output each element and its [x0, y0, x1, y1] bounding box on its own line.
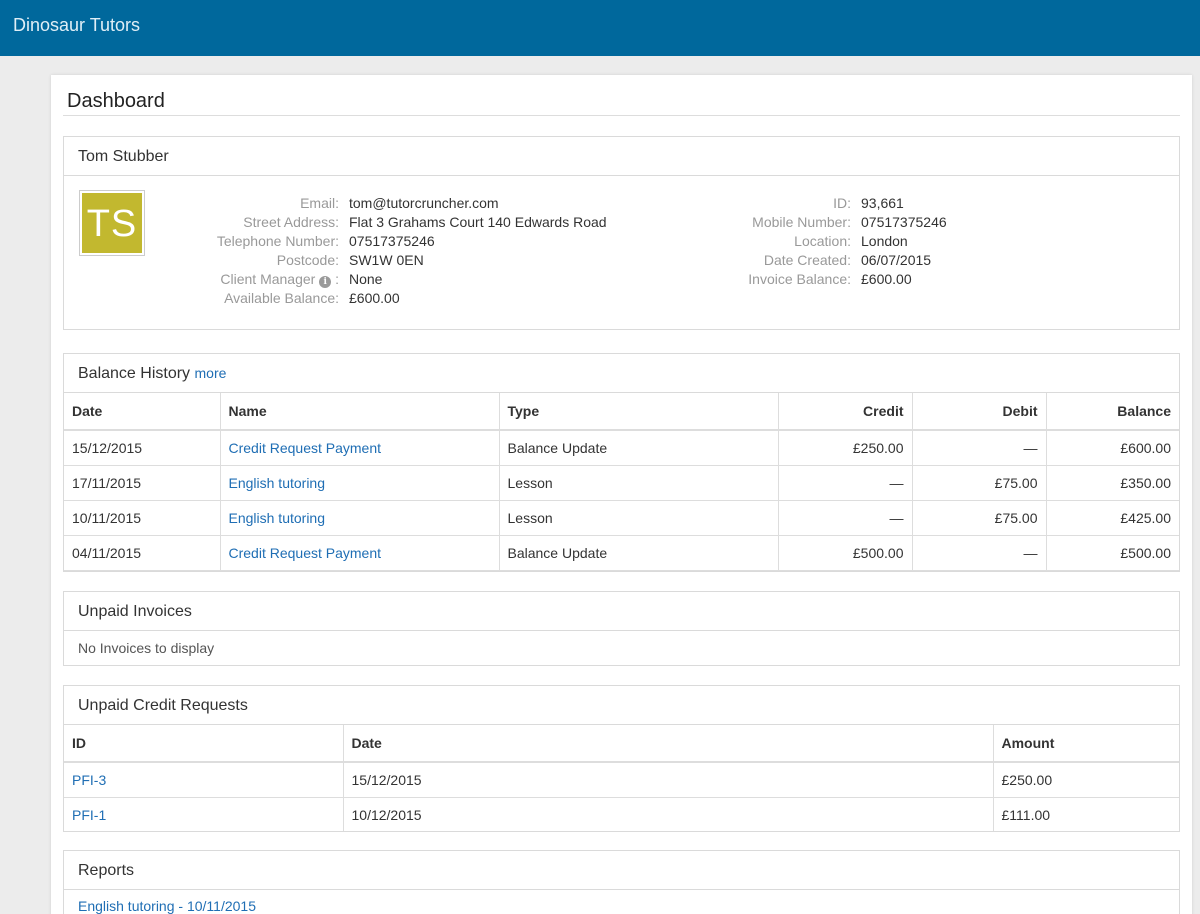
- cell-debit: —: [912, 430, 1047, 466]
- detail-row-location: Location: London: [64, 232, 908, 251]
- reports-panel: Reports English tutoring - 10/11/2015: [63, 850, 1180, 914]
- cell-balance: £600.00: [1046, 430, 1179, 466]
- cell-credit: £250.00: [778, 430, 913, 466]
- report-link[interactable]: English tutoring - 10/11/2015: [78, 898, 256, 914]
- cell-amount: £250.00: [993, 762, 1179, 798]
- table-row: 17/11/2015 English tutoring Lesson — £75…: [64, 465, 1179, 501]
- row-name-link[interactable]: English tutoring: [229, 510, 326, 526]
- credit-request-link[interactable]: PFI-1: [72, 807, 106, 823]
- col-date[interactable]: Date: [343, 725, 994, 763]
- unpaid-credit-requests-panel: Unpaid Credit Requests ID Date Amount PF…: [63, 685, 1180, 832]
- col-type[interactable]: Type: [499, 393, 779, 431]
- cell-debit: £75.00: [912, 500, 1047, 536]
- cell-id: PFI-1: [64, 797, 344, 831]
- detail-row-invoice-balance: Invoice Balance: £600.00: [64, 270, 911, 289]
- detail-value: 06/07/2015: [861, 252, 932, 268]
- table-row: PFI-3 15/12/2015 £250.00: [64, 762, 1179, 798]
- table-header-row: Date Name Type Credit Debit Balance: [64, 393, 1179, 431]
- detail-row-date-created: Date Created: 06/07/2015: [64, 251, 931, 270]
- cell-credit: £500.00: [778, 535, 913, 571]
- detail-label: Invoice Balance:: [748, 271, 851, 287]
- detail-label: ID:: [833, 195, 851, 211]
- reports-title: Reports: [64, 851, 1179, 890]
- unpaid-credit-requests-title: Unpaid Credit Requests: [64, 686, 1179, 725]
- detail-label: Date Created:: [763, 252, 851, 268]
- detail-row-available-balance: Available Balance: £600.00: [64, 289, 400, 308]
- dashboard-card: Dashboard Tom Stubber TS Email: tom@tuto…: [51, 75, 1192, 914]
- cell-date: 10/11/2015: [64, 500, 221, 536]
- row-name-link[interactable]: English tutoring: [229, 475, 326, 491]
- col-credit[interactable]: Credit: [778, 393, 913, 431]
- table-row: 04/11/2015 Credit Request Payment Balanc…: [64, 535, 1179, 571]
- unpaid-invoices-title: Unpaid Invoices: [64, 592, 1179, 631]
- detail-label: Location:: [794, 233, 851, 249]
- detail-label: Available Balance:: [224, 290, 339, 306]
- brand-link[interactable]: Dinosaur Tutors: [13, 15, 140, 36]
- cell-type: Lesson: [499, 500, 779, 536]
- detail-value: London: [861, 233, 908, 249]
- credit-requests-table: ID Date Amount PFI-3 15/12/2015 £250.00 …: [64, 725, 1179, 831]
- balance-history-table: Date Name Type Credit Debit Balance 15/1…: [64, 393, 1179, 571]
- cell-date: 04/11/2015: [64, 535, 221, 571]
- balance-history-title: Balance History: [78, 365, 191, 382]
- unpaid-invoices-panel: Unpaid Invoices No Invoices to display: [63, 591, 1180, 666]
- cell-date: 10/12/2015: [343, 797, 994, 831]
- cell-type: Lesson: [499, 465, 779, 501]
- cell-name: English tutoring: [220, 500, 500, 536]
- row-name-link[interactable]: Credit Request Payment: [229, 440, 382, 456]
- col-date[interactable]: Date: [64, 393, 221, 431]
- detail-value: £600.00: [861, 271, 912, 287]
- detail-value: 93,661: [861, 195, 904, 211]
- title-divider: [63, 115, 1180, 116]
- report-item: English tutoring - 10/11/2015: [64, 890, 1179, 914]
- cell-name: Credit Request Payment: [220, 430, 500, 466]
- cell-type: Balance Update: [499, 430, 779, 466]
- cell-type: Balance Update: [499, 535, 779, 571]
- cell-name: English tutoring: [220, 465, 500, 501]
- cell-name: Credit Request Payment: [220, 535, 500, 571]
- client-name: Tom Stubber: [64, 137, 1179, 176]
- credit-request-link[interactable]: PFI-3: [72, 772, 106, 788]
- no-invoices-message: No Invoices to display: [78, 640, 215, 656]
- cell-credit: —: [778, 500, 913, 536]
- detail-row-mobile: Mobile Number: 07517375246: [64, 213, 946, 232]
- detail-row-id: ID: 93,661: [64, 194, 904, 213]
- cell-date: 15/12/2015: [64, 430, 221, 466]
- client-details-right: ID: 93,661 Mobile Number: 07517375246 Lo…: [64, 194, 946, 289]
- cell-credit: —: [778, 465, 913, 501]
- top-navbar: Dinosaur Tutors: [0, 0, 1200, 56]
- row-name-link[interactable]: Credit Request Payment: [229, 545, 382, 561]
- cell-amount: £111.00: [993, 797, 1179, 831]
- table-row: 15/12/2015 Credit Request Payment Balanc…: [64, 430, 1179, 466]
- cell-balance: £500.00: [1046, 535, 1179, 571]
- cell-debit: £75.00: [912, 465, 1047, 501]
- cell-id: PFI-3: [64, 762, 344, 798]
- cell-date: 15/12/2015: [343, 762, 994, 798]
- table-row: PFI-1 10/12/2015 £111.00: [64, 797, 1179, 831]
- col-name[interactable]: Name: [220, 393, 500, 431]
- detail-value: 07517375246: [861, 214, 947, 230]
- cell-balance: £350.00: [1046, 465, 1179, 501]
- table-header-row: ID Date Amount: [64, 725, 1179, 763]
- cell-debit: —: [912, 535, 1047, 571]
- client-panel: Tom Stubber TS Email: tom@tutorcruncher.…: [63, 136, 1180, 330]
- table-row: 10/11/2015 English tutoring Lesson — £75…: [64, 500, 1179, 536]
- balance-history-more-link[interactable]: more: [195, 365, 227, 381]
- detail-value: £600.00: [349, 290, 400, 306]
- col-id[interactable]: ID: [64, 725, 344, 763]
- detail-label: Mobile Number:: [752, 214, 851, 230]
- balance-history-panel: Balance History more Date Name Type Cred…: [63, 353, 1180, 572]
- col-amount[interactable]: Amount: [993, 725, 1179, 763]
- balance-history-heading: Balance History more: [64, 354, 1179, 393]
- col-balance[interactable]: Balance: [1046, 393, 1179, 431]
- cell-date: 17/11/2015: [64, 465, 221, 501]
- col-debit[interactable]: Debit: [912, 393, 1047, 431]
- page-title: Dashboard: [67, 90, 165, 112]
- cell-balance: £425.00: [1046, 500, 1179, 536]
